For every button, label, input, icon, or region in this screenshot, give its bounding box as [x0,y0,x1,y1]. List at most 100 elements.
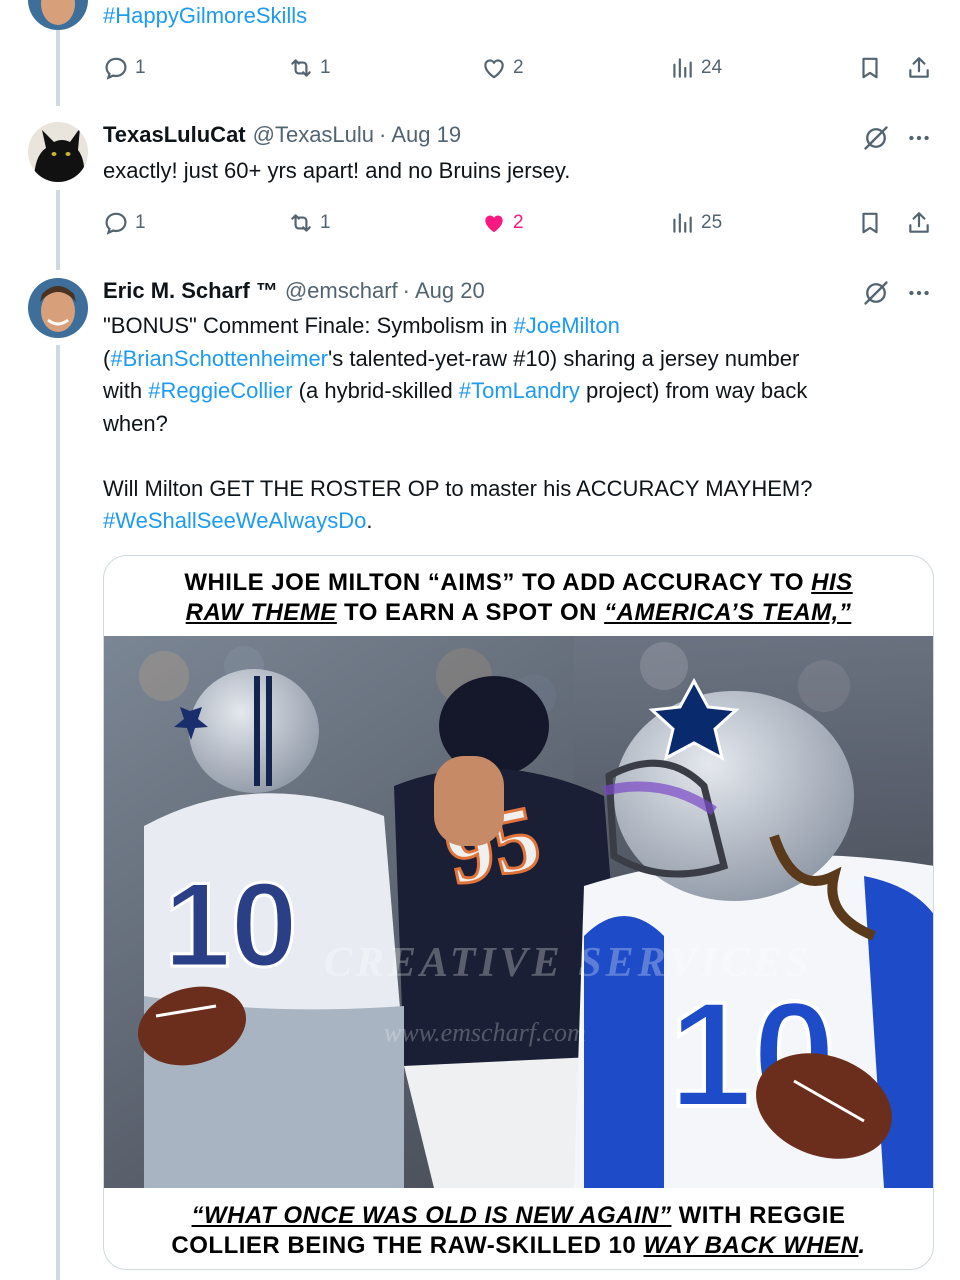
share-button[interactable] [906,53,932,83]
tweet-actions: 1 1 2 24 [103,53,933,83]
author-handle[interactable]: @TexasLulu [253,122,374,148]
share-button[interactable] [906,208,932,238]
caption-span: WHILE JOE MILTON “AIMS” TO ADD ACCURACY … [184,569,812,596]
text-span: when? [103,410,168,436]
repost-count: 1 [320,57,331,78]
tweet-text: exactly! just 60+ yrs apart! and no Brui… [103,158,571,183]
grok-icon[interactable] [862,279,890,307]
hashtag-link[interactable]: #BrianSchottenheimer [110,346,328,371]
reply-button[interactable]: 1 [103,53,146,83]
hashtag-link[interactable]: #ReggieCollier [148,378,292,403]
watermark-url: www.emscharf.com [384,1018,586,1047]
text-line: Will Milton GET THE ROSTER OP to master … [103,473,933,506]
author-row: TexasLuluCat @TexasLulu · Aug 19 [103,122,461,148]
repost-icon [291,214,311,232]
text-span: 's talented-yet-raw #10) sharing a jerse… [328,345,800,371]
thread-line-3 [56,345,60,1280]
views-count: 24 [701,57,723,78]
author-name[interactable]: TexasLuluCat [103,122,246,148]
hashtag-link[interactable]: #HappyGilmoreSkills [103,0,307,33]
bookmark-icon [862,57,878,79]
reply-icon [105,57,127,80]
views-count: 25 [701,212,723,233]
watermark-text: CREATIVE SERVICES [324,940,813,986]
caption-line: RAW THEME TO EARN A SPOT ON “AMERICA’S T… [104,598,933,628]
reply-count: 1 [135,57,146,78]
caption-span: WAY BACK WHEN [643,1231,859,1259]
bookmark-button[interactable] [857,53,883,83]
like-count: 2 [513,57,524,78]
caption-span: WITH REGGIE [671,1202,846,1229]
author-handle[interactable]: @emscharf [285,278,398,304]
text-span: project) from way back [579,378,808,403]
tweet-top-actions [862,279,932,307]
separator-dot: · [402,278,410,303]
grok-icon[interactable] [862,124,890,152]
tweet-date[interactable]: Aug 19 [391,122,461,148]
caption-span: RAW THEME [185,598,337,626]
views-icon [673,213,692,233]
like-button[interactable]: 2 [481,53,524,83]
tweet-date[interactable]: Aug 20 [415,278,485,304]
caption-span: “WHAT ONCE WAS OLD IS NEW AGAIN” [191,1202,672,1229]
repost-count: 1 [320,212,331,233]
share-icon [909,57,929,78]
caption-line: COLLIER BEING THE RAW-SKILLED 10 WAY BAC… [104,1231,933,1261]
bookmark-button[interactable] [857,208,883,238]
text-span: Will Milton GET THE ROSTER OP to master … [103,475,813,501]
like-icon [485,215,503,233]
avatar[interactable] [28,122,88,182]
caption-span: COLLIER BEING THE RAW-SKILLED 10 [171,1231,644,1259]
text-span: . [366,508,373,533]
text-span: (a hybrid-skilled [292,378,459,403]
tweet-actions: 1 1 2 25 [103,208,933,238]
vintage-jersey-number: 10 [164,858,297,992]
avatar[interactable] [28,0,88,30]
like-count: 2 [513,212,524,233]
caption-span: “AMERICA’S TEAM,” [604,598,852,626]
hashtag-link[interactable]: #WeShallSeeWeAlwaysDo [103,508,366,533]
repost-button[interactable]: 1 [288,208,331,238]
repost-button[interactable]: 1 [288,53,331,83]
reply-count: 1 [135,212,146,233]
hashtag-link[interactable]: #JoeMilton [514,313,620,338]
avatar[interactable] [28,278,88,338]
author-row: Eric M. Scharf ™ @emscharf · Aug 20 [103,278,485,304]
tweet-image[interactable]: WHILE JOE MILTON “AIMS” TO ADD ACCURACY … [103,555,934,1270]
share-icon [909,212,929,233]
thread-line-2 [56,190,60,270]
author-name[interactable]: Eric M. Scharf ™ [103,278,278,304]
photo-composite: 95 10 10 CREATIVE SERVICES www.emscharf.… [104,636,933,1188]
views-button[interactable]: 24 [669,53,722,83]
text-line: "BONUS" Comment Finale: Symbolism in #Jo… [103,310,933,343]
like-icon [484,59,504,79]
text-line: with #ReggieCollier (a hybrid-skilled #T… [103,375,933,408]
repost-icon [291,59,311,77]
hashtag-link[interactable]: #TomLandry [459,378,580,403]
separator-dot: · [379,122,387,147]
like-button[interactable]: 2 [481,208,524,238]
tweet-text: "BONUS" Comment Finale: Symbolism in #Jo… [103,310,933,538]
tweet-top-actions [862,124,932,152]
views-icon [673,58,692,78]
caption-span: TO EARN A SPOT ON [336,598,605,626]
more-icon[interactable] [906,125,932,151]
thread-line-1 [56,30,60,106]
more-icon[interactable] [906,280,932,306]
text-span: with [103,378,149,403]
caption-span: HIS [811,569,853,596]
caption-span: . [858,1231,866,1259]
text-line: (#BrianSchottenheimer's talented-yet-raw… [103,343,933,376]
bookmark-icon [862,212,878,234]
photo-illustration: 95 10 10 CREATIVE SERVICES www.emscharf.… [104,636,933,1188]
text-span: "BONUS" Comment Finale: Symbolism in [103,313,514,338]
views-button[interactable]: 25 [669,208,722,238]
caption-line: WHILE JOE MILTON “AIMS” TO ADD ACCURACY … [104,568,933,598]
caption-line: “WHAT ONCE WAS OLD IS NEW AGAIN” WITH RE… [104,1201,933,1231]
reply-button[interactable]: 1 [103,208,146,238]
reply-icon [105,212,127,235]
text-line: when? [103,408,933,441]
image-caption-bottom: “WHAT ONCE WAS OLD IS NEW AGAIN” WITH RE… [104,1201,933,1260]
image-caption-top: WHILE JOE MILTON “AIMS” TO ADD ACCURACY … [104,568,933,627]
